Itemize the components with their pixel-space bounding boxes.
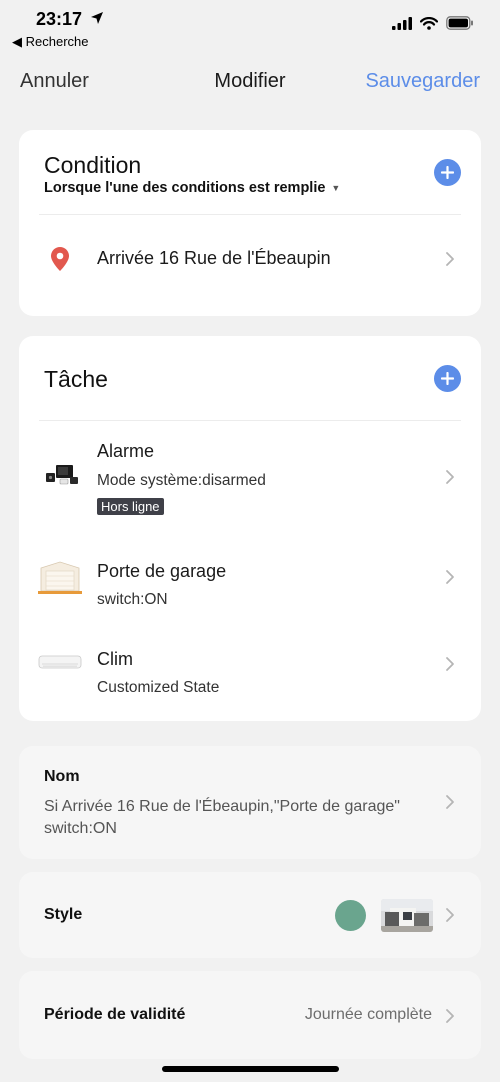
name-label: Nom [44, 768, 80, 785]
validity-period-value: Journée complète [304, 1006, 432, 1023]
condition-mode-label: Lorsque l'une des conditions est remplie [44, 180, 326, 196]
name-value: Si Arrivée 16 Rue de l'Ébeaupin,"Porte d… [44, 798, 400, 837]
validity-period-label: Période de validité [44, 1006, 186, 1023]
validity-period-row[interactable]: Période de validité Journée complète [19, 971, 481, 1059]
caret-down-icon: ▼ [331, 183, 341, 193]
name-row[interactable]: Nom Si Arrivée 16 Rue de l'Ébeaupin,"Por… [19, 746, 481, 859]
condition-mode-dropdown[interactable]: Lorsque l'une des conditions est remplie… [44, 180, 340, 196]
device-state: Mode système:disarmed [97, 472, 266, 489]
chevron-right-icon [446, 908, 454, 922]
device-name: Alarme [97, 441, 155, 461]
cellular-signal-icon [392, 16, 412, 30]
style-color-swatch [335, 900, 366, 931]
location-arrow-icon [91, 12, 103, 24]
air-conditioner-icon [38, 655, 82, 669]
condition-item[interactable]: Arrivée 16 Rue de l'Ébeaupin [19, 215, 481, 305]
home-indicator[interactable] [162, 1066, 339, 1072]
condition-item-label: Arrivée 16 Rue de l'Ébeaupin [97, 248, 331, 268]
task-item-garage-door[interactable]: Porte de garage switch:ON [19, 543, 481, 618]
status-bar: 23:17 ◀ Recherche [0, 0, 500, 54]
battery-icon [446, 16, 473, 30]
system-icons [392, 16, 474, 30]
device-state: Customized State [97, 679, 220, 696]
chevron-right-icon [446, 795, 454, 809]
wifi-icon [420, 16, 438, 30]
location-pin-icon [51, 247, 69, 271]
navigation-bar: Annuler Modifier Sauvegarder [0, 64, 500, 98]
device-name: Clim [97, 649, 133, 669]
alarm-device-icon [46, 465, 78, 485]
device-name: Porte de garage [97, 561, 227, 581]
add-condition-button[interactable] [434, 159, 461, 186]
style-row[interactable]: Style [19, 872, 481, 958]
condition-card: Condition Lorsque l'une des conditions e… [19, 130, 481, 316]
device-state: switch:ON [97, 591, 168, 608]
chevron-right-icon [446, 1009, 454, 1023]
add-task-button[interactable] [434, 365, 461, 392]
style-background-thumbnail [381, 899, 433, 932]
task-title: Tâche [44, 366, 108, 392]
plus-icon [441, 372, 454, 385]
chevron-right-icon [446, 470, 454, 484]
cancel-button[interactable]: Annuler [20, 70, 89, 93]
chevron-right-icon [446, 657, 454, 671]
garage-door-icon [38, 561, 82, 594]
style-label: Style [44, 906, 83, 923]
chevron-right-icon [446, 252, 454, 266]
save-button[interactable]: Sauvegarder [365, 70, 480, 93]
task-card: Tâche Alarme Mode système:disarmed Hors … [19, 336, 481, 721]
offline-badge: Hors ligne [97, 498, 164, 515]
task-item-alarm[interactable]: Alarme Mode système:disarmed Hors ligne [19, 421, 481, 526]
chevron-right-icon [446, 570, 454, 584]
condition-title: Condition [44, 152, 142, 178]
back-to-app-link[interactable]: ◀ Recherche [12, 34, 88, 50]
task-item-air-conditioner[interactable]: Clim Customized State [19, 631, 481, 706]
status-time: 23:17 [36, 9, 83, 29]
plus-icon [441, 166, 454, 179]
